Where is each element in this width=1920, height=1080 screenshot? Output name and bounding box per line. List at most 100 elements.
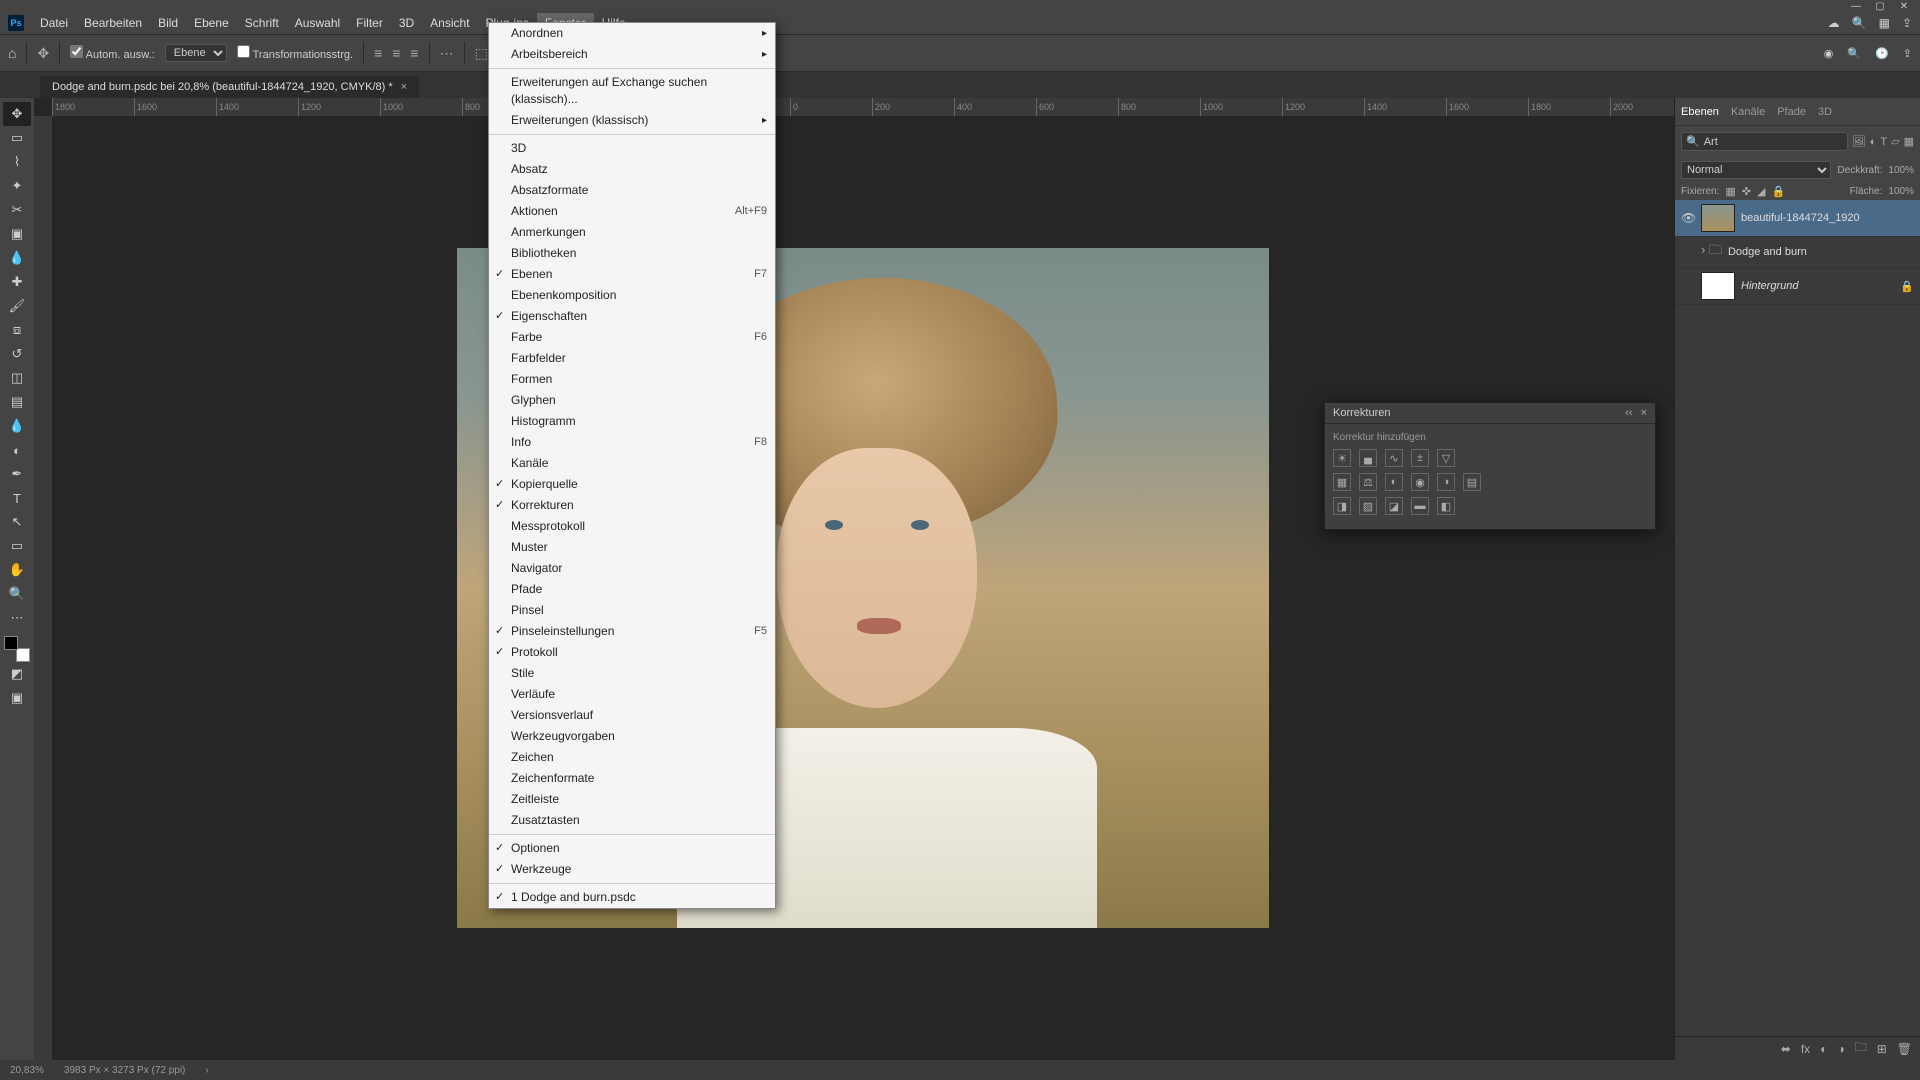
layer-row[interactable]: 👁beautiful-1844724_1920	[1675, 200, 1920, 237]
distribute-icon[interactable]: ⋯	[440, 45, 454, 62]
minimize-button[interactable]: —	[1850, 1, 1862, 12]
home-icon[interactable]: ⌂	[8, 45, 16, 61]
panel-tab-pfade[interactable]: Pfade	[1777, 106, 1806, 118]
menu-item-werkzeugvorgaben[interactable]: Werkzeugvorgaben	[489, 726, 775, 747]
brush-tool[interactable]: 🖌	[3, 294, 31, 318]
photofilter-adj-icon[interactable]: ◉	[1411, 473, 1429, 491]
vibrance-adj-icon[interactable]: ▽	[1437, 449, 1455, 467]
adjustment-layer-icon[interactable]: ◑	[1837, 1042, 1844, 1056]
collapse-panel-icon[interactable]: ‹‹	[1625, 407, 1632, 419]
menu-filter[interactable]: Filter	[348, 13, 391, 33]
menu-item-erweiterungen-klassisch-[interactable]: Erweiterungen (klassisch)	[489, 110, 775, 131]
workspace-icon[interactable]: ▦	[1879, 16, 1890, 30]
marquee-tool[interactable]: ▭	[3, 126, 31, 150]
filter-smart-icon[interactable]: ▦	[1904, 135, 1914, 148]
layer-filter-select[interactable]: 🔍 Art	[1681, 132, 1848, 151]
layer-mask-icon[interactable]: ◐	[1820, 1042, 1827, 1056]
menu-item-anordnen[interactable]: Anordnen	[489, 23, 775, 44]
menu-auswahl[interactable]: Auswahl	[287, 13, 348, 33]
menu-item-ebenenkomposition[interactable]: Ebenenkomposition	[489, 285, 775, 306]
layer-type-select[interactable]: Ebene	[165, 44, 227, 62]
menu-item-bibliotheken[interactable]: Bibliotheken	[489, 243, 775, 264]
menu-item-3d[interactable]: 3D	[489, 138, 775, 159]
history-brush-tool[interactable]: ↺	[3, 342, 31, 366]
quickmask-tool[interactable]: ◩	[3, 662, 31, 686]
dodge-tool[interactable]: ◐	[3, 438, 31, 462]
hand-tool[interactable]: ✋	[3, 558, 31, 582]
bw-adj-icon[interactable]: ◐	[1385, 473, 1403, 491]
mixer-adj-icon[interactable]: ◑	[1437, 473, 1455, 491]
filter-image-icon[interactable]: 🖼	[1852, 135, 1866, 148]
document-tab[interactable]: Dodge and burn.psdc bei 20,8% (beautiful…	[40, 76, 419, 98]
menu-item-farbfelder[interactable]: Farbfelder	[489, 348, 775, 369]
menu-item-versionsverlauf[interactable]: Versionsverlauf	[489, 705, 775, 726]
brightness-adj-icon[interactable]: ☀	[1333, 449, 1351, 467]
menu-ebene[interactable]: Ebene	[186, 13, 237, 33]
search-header-icon[interactable]: 🔍	[1847, 47, 1861, 60]
menu-item-histogramm[interactable]: Histogramm	[489, 411, 775, 432]
menu-item-korrekturen[interactable]: ✓Korrekturen	[489, 495, 775, 516]
menu-item-anmerkungen[interactable]: Anmerkungen	[489, 222, 775, 243]
rectangle-tool[interactable]: ▭	[3, 534, 31, 558]
lock-icon[interactable]: 🔒	[1900, 280, 1914, 293]
auto-select-checkbox[interactable]: Autom. ausw.:	[70, 45, 155, 61]
blend-mode-select[interactable]: Normal	[1681, 161, 1831, 179]
crop-tool[interactable]: ✂	[3, 198, 31, 222]
menu-3d[interactable]: 3D	[391, 13, 422, 33]
menu-item-absatzformate[interactable]: Absatzformate	[489, 180, 775, 201]
panel-tab-ebenen[interactable]: Ebenen	[1681, 106, 1719, 118]
menu-item-zeichenformate[interactable]: Zeichenformate	[489, 768, 775, 789]
posterize-adj-icon[interactable]: ▨	[1359, 497, 1377, 515]
menu-item-formen[interactable]: Formen	[489, 369, 775, 390]
path-tool[interactable]: ↖	[3, 510, 31, 534]
pen-tool[interactable]: ✒	[3, 462, 31, 486]
menu-item-werkzeuge[interactable]: ✓Werkzeuge	[489, 859, 775, 880]
menu-item-kopierquelle[interactable]: ✓Kopierquelle	[489, 474, 775, 495]
move-tool[interactable]: ✥	[3, 102, 31, 126]
hue-adj-icon[interactable]: ▦	[1333, 473, 1351, 491]
edit-toolbar[interactable]: ⋯	[3, 606, 31, 630]
lookup-adj-icon[interactable]: ▤	[1463, 473, 1481, 491]
link-layers-icon[interactable]: ⬌	[1781, 1042, 1791, 1056]
lock-pixels-icon[interactable]: ▦	[1725, 185, 1735, 198]
folder-icon[interactable]: › 🗀	[1701, 241, 1722, 263]
gradmap-adj-icon[interactable]: ▬	[1411, 497, 1429, 515]
menu-item-info[interactable]: InfoF8	[489, 432, 775, 453]
opacity-value[interactable]: 100%	[1888, 165, 1914, 176]
selective-adj-icon[interactable]: ◧	[1437, 497, 1455, 515]
corrections-panel[interactable]: Korrekturen ‹‹× Korrektur hinzufügen ☀ ▄…	[1324, 402, 1656, 530]
lock-position-icon[interactable]: ✜	[1742, 185, 1751, 198]
new-layer-icon[interactable]: ⊞	[1877, 1042, 1887, 1056]
menu-datei[interactable]: Datei	[32, 13, 76, 33]
menu-item-eigenschaften[interactable]: ✓Eigenschaften	[489, 306, 775, 327]
color-swatches[interactable]	[4, 636, 30, 662]
layer-fx-icon[interactable]: fx	[1801, 1042, 1810, 1056]
screenmode-tool[interactable]: ▣	[3, 686, 31, 710]
menu-item-protokoll[interactable]: ✓Protokoll	[489, 642, 775, 663]
blur-tool[interactable]: 💧	[3, 414, 31, 438]
menu-item-glyphen[interactable]: Glyphen	[489, 390, 775, 411]
menu-item-verl-ufe[interactable]: Verläufe	[489, 684, 775, 705]
filter-adjust-icon[interactable]: ◐	[1870, 136, 1877, 148]
filter-type-icon[interactable]: T	[1880, 136, 1887, 148]
exposure-adj-icon[interactable]: ±	[1411, 449, 1429, 467]
eyedropper-tool[interactable]: 💧	[3, 246, 31, 270]
maximize-button[interactable]: ▢	[1874, 1, 1886, 12]
menu-item-aktionen[interactable]: AktionenAlt+F9	[489, 201, 775, 222]
menu-item-optionen[interactable]: ✓Optionen	[489, 838, 775, 859]
3d-mode-icon[interactable]: ⬚	[475, 45, 488, 62]
status-arrow-icon[interactable]: ›	[205, 1065, 208, 1076]
history-icon[interactable]: 🕑	[1875, 47, 1889, 60]
menu-item-navigator[interactable]: Navigator	[489, 558, 775, 579]
menu-bearbeiten[interactable]: Bearbeiten	[76, 13, 150, 33]
search-icon[interactable]: 🔍	[1852, 16, 1867, 30]
menu-item-messprotokoll[interactable]: Messprotokoll	[489, 516, 775, 537]
type-tool[interactable]: T	[3, 486, 31, 510]
layer-thumbnail[interactable]	[1701, 272, 1735, 300]
layer-row[interactable]: Hintergrund🔒	[1675, 268, 1920, 305]
align-icon-3[interactable]: ≡	[410, 45, 418, 61]
frame-tool[interactable]: ▣	[3, 222, 31, 246]
menu-item-1-dodge-and-burn-psdc[interactable]: ✓1 Dodge and burn.psdc	[489, 887, 775, 908]
zoom-level[interactable]: 20,83%	[10, 1065, 44, 1076]
fill-value[interactable]: 100%	[1888, 186, 1914, 197]
